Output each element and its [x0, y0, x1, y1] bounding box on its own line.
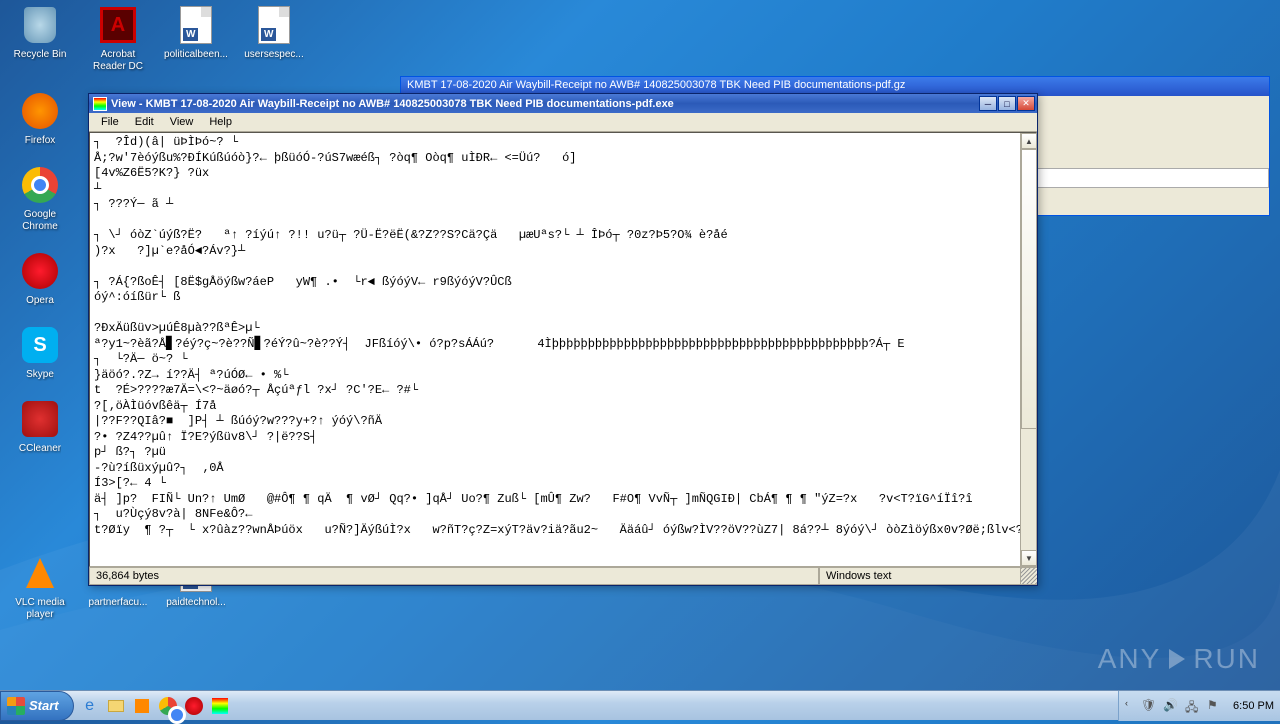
statusbar: 36,864 bytes Windows text	[89, 567, 1037, 585]
ql-ie[interactable]: e	[78, 694, 102, 718]
system-tray: ‹ 🛡 🔊 🖧 ⚑ 6:50 PM	[1118, 691, 1280, 721]
watermark-b: RUN	[1193, 643, 1260, 675]
tray-volume-icon[interactable]: 🔊	[1163, 698, 1179, 714]
bin-icon	[24, 7, 56, 43]
tray-expand-icon[interactable]: ‹	[1125, 698, 1135, 714]
vlc[interactable]: VLC media player	[5, 553, 75, 621]
quick-launch: e	[78, 694, 232, 718]
close-button[interactable]: ✕	[1017, 96, 1035, 111]
icon-label: usersespec...	[244, 49, 303, 61]
media-icon	[135, 699, 149, 713]
doc-politicalbeen[interactable]: politicalbeen...	[161, 5, 231, 73]
tray-network-icon[interactable]: 🖧	[1185, 698, 1201, 714]
watermark-arrow-icon	[1169, 649, 1185, 669]
resize-grip[interactable]	[1021, 568, 1037, 585]
word-icon	[180, 6, 212, 44]
start-label: Start	[29, 698, 59, 713]
text-view[interactable]: ┐ ?Îd)(â| üÞÌÞó~? └ Å;?w'7èóýßu%?ÐÍKúßúó…	[90, 133, 1020, 566]
skype[interactable]: S Skype	[5, 325, 75, 381]
tray-security-icon[interactable]: 🛡	[1141, 698, 1157, 714]
scroll-thumb[interactable]	[1021, 149, 1037, 429]
icon-label: VLC media player	[6, 597, 74, 621]
chrome-icon	[22, 167, 58, 203]
chrome-icon	[159, 697, 177, 715]
watermark: ANY RUN	[1098, 643, 1260, 675]
ql-chrome[interactable]	[156, 694, 180, 718]
status-bytes: 36,864 bytes	[89, 568, 819, 585]
menu-file[interactable]: File	[93, 114, 127, 130]
scroll-down-button[interactable]: ▼	[1021, 550, 1037, 566]
ccleaner[interactable]: CCleaner	[5, 399, 75, 455]
ie-icon: e	[85, 697, 94, 715]
doc-usersespec[interactable]: usersespec...	[239, 5, 309, 73]
taskbar: Start e ‹ 🛡 🔊 🖧 ⚑ 6:50 PM	[0, 690, 1280, 720]
icon-label: Skype	[26, 369, 54, 381]
minimize-button[interactable]: ─	[979, 96, 997, 111]
icon-label: Firefox	[25, 135, 56, 147]
ql-explorer[interactable]	[104, 694, 128, 718]
ql-app[interactable]	[208, 694, 232, 718]
skype-icon: S	[22, 327, 58, 363]
start-button[interactable]: Start	[0, 691, 74, 721]
ql-media[interactable]	[130, 694, 154, 718]
chrome[interactable]: Google Chrome	[5, 165, 75, 233]
status-mode: Windows text	[819, 568, 1021, 585]
folder-icon	[108, 700, 124, 712]
firefox-icon	[22, 93, 58, 129]
viewer-window: View - KMBT 17-08-2020 Air Waybill-Recei…	[88, 93, 1038, 586]
icon-label: Opera	[26, 295, 54, 307]
acrobat-reader[interactable]: Acrobat Reader DC	[83, 5, 153, 73]
bg-window-title: KMBT 17-08-2020 Air Waybill-Receipt no A…	[407, 79, 905, 91]
titlebar[interactable]: View - KMBT 17-08-2020 Air Waybill-Recei…	[89, 94, 1037, 113]
vlc-icon	[26, 558, 54, 588]
menubar: File Edit View Help	[89, 113, 1037, 132]
ccleaner-icon	[22, 401, 58, 437]
menu-help[interactable]: Help	[201, 114, 240, 130]
menu-edit[interactable]: Edit	[127, 114, 162, 130]
menu-view[interactable]: View	[162, 114, 202, 130]
recycle-bin[interactable]: Recycle Bin	[5, 5, 75, 73]
opera-icon	[22, 253, 58, 289]
icon-label: politicalbeen...	[164, 49, 228, 61]
window-title: View - KMBT 17-08-2020 Air Waybill-Recei…	[111, 98, 979, 110]
icon-label: Recycle Bin	[14, 49, 67, 61]
clock[interactable]: 6:50 PM	[1233, 700, 1274, 712]
icon-label: Acrobat Reader DC	[84, 49, 152, 73]
firefox[interactable]: Firefox	[5, 91, 75, 147]
app-icon	[93, 97, 107, 111]
icon-label: Google Chrome	[6, 209, 74, 233]
windows-logo-icon	[7, 697, 25, 715]
watermark-a: ANY	[1098, 643, 1162, 675]
scroll-up-button[interactable]: ▲	[1021, 133, 1037, 149]
icon-label: paidtechnol...	[166, 597, 226, 609]
word-icon	[258, 6, 290, 44]
icon-label: CCleaner	[19, 443, 61, 455]
tray-flag-icon[interactable]: ⚑	[1207, 698, 1223, 714]
maximize-button[interactable]: □	[998, 96, 1016, 111]
vertical-scrollbar[interactable]: ▲ ▼	[1020, 133, 1036, 566]
opera-icon	[185, 697, 203, 715]
app-icon	[212, 698, 228, 714]
content-area: ┐ ?Îd)(â| üÞÌÞó~? └ Å;?w'7èóýßu%?ÐÍKúßúó…	[89, 132, 1037, 567]
icon-label: partnerfacu...	[89, 597, 148, 609]
pdf-icon	[100, 7, 136, 43]
opera[interactable]: Opera	[5, 251, 75, 307]
